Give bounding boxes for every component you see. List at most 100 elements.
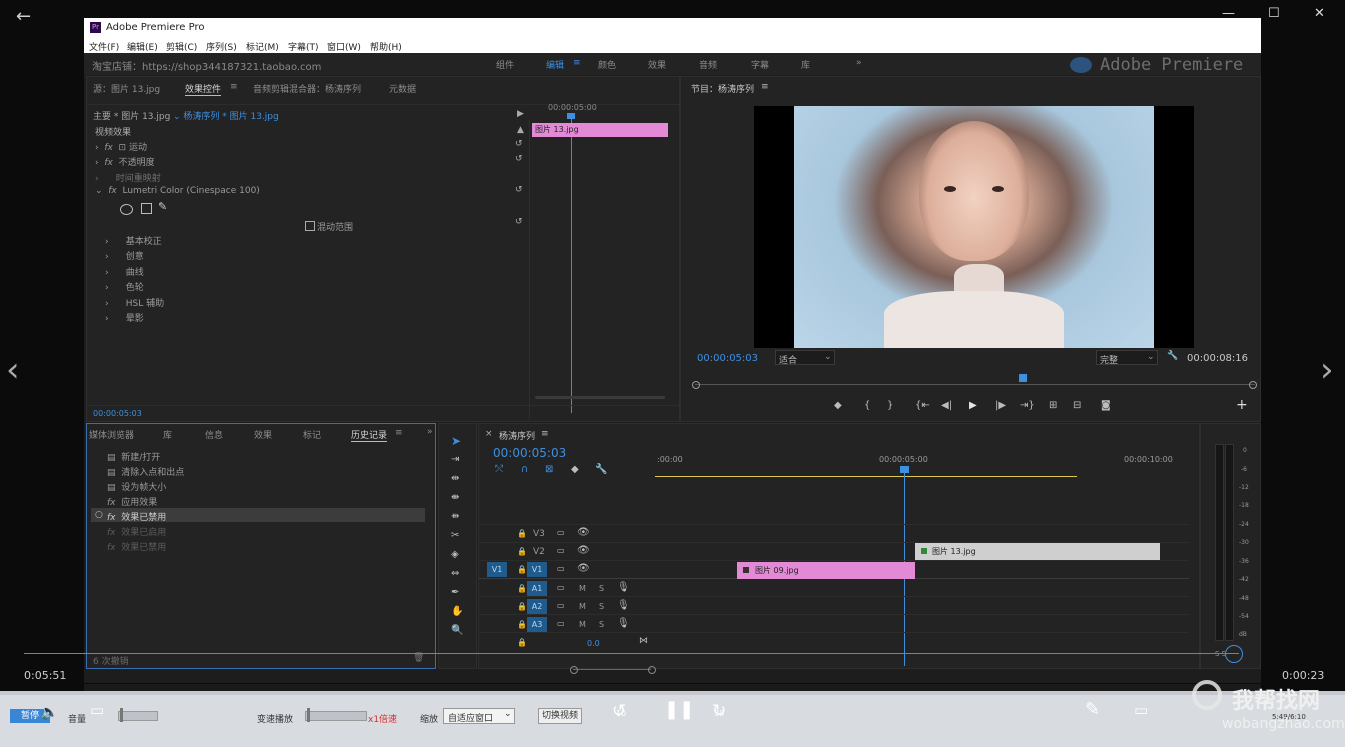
quality-dropdown[interactable]: 完整 ⌄ [1096, 350, 1158, 366]
scrub-start-handle[interactable] [692, 381, 700, 389]
mute-icon[interactable]: M [579, 602, 586, 611]
add-button-icon[interactable]: + [1236, 397, 1248, 413]
ec-playhead-handle[interactable] [567, 113, 575, 119]
workspace-more-icon[interactable]: » [856, 58, 862, 68]
lumetri-group-wheels[interactable]: › 色轮 [105, 280, 144, 293]
track-select-tool-icon[interactable]: ⇥ [451, 454, 459, 465]
workspace-titles[interactable]: 字幕 [751, 58, 769, 71]
fit-dropdown[interactable]: 适合 ⌄ [775, 350, 835, 366]
menu-edit[interactable]: 编辑(E) [127, 40, 158, 53]
timeline-menu-icon[interactable]: ≡ [541, 429, 549, 439]
camera-icon[interactable]: ◙ [1101, 400, 1111, 411]
tab-metadata[interactable]: 元数据 [389, 82, 416, 95]
workspace-libraries[interactable]: 库 [801, 58, 810, 71]
pen-mask-icon[interactable]: ✎ [158, 200, 167, 213]
h-zoom-left-handle[interactable] [570, 666, 578, 674]
lumetri-group-basic[interactable]: › 基本校正 [105, 234, 162, 247]
lumetri-group-hsl[interactable]: › HSL 辅助 [105, 296, 164, 309]
back-arrow-icon[interactable]: ← [16, 6, 31, 27]
step-forward-icon[interactable]: |▶ [995, 400, 1006, 411]
tab-effect-controls[interactable]: 效果控件 [185, 82, 222, 96]
pause-icon[interactable]: ❚❚ [664, 699, 694, 720]
history-item-selected[interactable]: ○ fx 效果已禁用 [91, 508, 425, 523]
ec-playhead[interactable] [571, 113, 572, 413]
work-area-bar[interactable] [655, 476, 1077, 477]
add-marker-icon[interactable]: ◆ [834, 400, 842, 411]
screen-icon[interactable]: ▭ [90, 701, 104, 719]
microphone-icon[interactable]: 🎙 [617, 582, 630, 593]
lock-icon[interactable]: 🔒 [517, 547, 527, 556]
menu-sequence[interactable]: 序列(S) [206, 40, 237, 53]
track-a1-target[interactable]: A1 [527, 581, 547, 596]
master-volume-value[interactable]: 0.0 [587, 639, 600, 648]
workspace-audio[interactable]: 音频 [699, 58, 717, 71]
program-playhead[interactable] [1019, 374, 1027, 382]
lock-icon[interactable]: 🔒 [517, 565, 527, 574]
lock-icon[interactable]: 🔒 [517, 602, 527, 611]
go-to-out-icon[interactable]: ⇥} [1020, 400, 1035, 411]
ellipse-mask-icon[interactable] [120, 204, 133, 215]
tab-menu-icon[interactable]: ≡ [230, 82, 238, 92]
pen-tool-icon[interactable]: ✒ [451, 587, 459, 598]
tab-effects[interactable]: 效果 [254, 428, 272, 441]
tab-media-browser[interactable]: 媒体浏览器 [89, 428, 134, 441]
slide-tool-icon[interactable]: ⇔ [451, 568, 459, 579]
history-item-new-open[interactable]: ▤ 新建/打开 [107, 450, 160, 463]
zoom-tool-icon[interactable]: 🔍 [451, 625, 463, 636]
history-item-effect-enabled[interactable]: fx 效果已启用 [107, 525, 166, 538]
workspace-editing[interactable]: 编辑 [546, 58, 564, 71]
eye-icon[interactable]: 👁 [577, 563, 590, 574]
player-progress-knob[interactable] [1225, 645, 1243, 663]
play-only-icon[interactable]: ▶ [517, 109, 524, 119]
trash-icon[interactable]: 🗑 [413, 653, 424, 663]
wrench-icon[interactable]: 🔧 [1167, 351, 1178, 361]
track-v1-target[interactable]: V1 [527, 562, 547, 577]
microphone-icon[interactable]: 🎙 [617, 600, 630, 611]
clip-v2[interactable]: 图片 13.jpg [915, 543, 1160, 560]
sync-lock-icon[interactable]: ▭ [557, 601, 565, 610]
mark-out-icon[interactable]: } [887, 400, 893, 411]
menu-clip[interactable]: 剪辑(C) [166, 40, 197, 53]
effect-row-lumetri[interactable]: ⌄ fx Lumetri Color (Cinespace 100) [95, 186, 260, 196]
workspace-effects[interactable]: 效果 [648, 58, 666, 71]
history-item-effect-disabled[interactable]: fx 效果已禁用 [107, 540, 166, 553]
previous-arrow-icon[interactable]: ‹ [6, 350, 20, 390]
workspace-menu-icon[interactable]: ≡ [573, 58, 581, 68]
razor-tool-icon[interactable]: ✂ [451, 530, 459, 541]
play-icon[interactable]: ▶ [969, 400, 977, 411]
menu-marker[interactable]: 标记(M) [246, 40, 279, 53]
program-menu-icon[interactable]: ≡ [761, 82, 769, 92]
extract-icon[interactable]: ⊟ [1073, 400, 1081, 411]
workspace-assembly[interactable]: 组件 [496, 58, 514, 71]
sync-lock-icon[interactable]: ▭ [557, 546, 565, 555]
rolling-edit-tool-icon[interactable]: ⇼ [451, 492, 459, 503]
collapse-icon[interactable]: ▲ [517, 125, 524, 135]
nest-toggle-icon[interactable]: ⤲ [495, 464, 503, 475]
lock-icon[interactable]: 🔒 [517, 638, 527, 647]
next-arrow-icon[interactable]: › [1320, 350, 1334, 390]
selection-tool-icon[interactable]: ➤ [451, 434, 461, 448]
lock-icon[interactable]: 🔒 [517, 529, 527, 538]
menu-window[interactable]: 窗口(W) [327, 40, 361, 53]
track-a2-target[interactable]: A2 [527, 599, 547, 614]
h-zoom-scrollbar[interactable] [573, 669, 651, 670]
volume-slider[interactable] [118, 711, 158, 721]
history-menu-icon[interactable]: ≡ [395, 428, 403, 438]
tab-source[interactable]: 源：图片 13.jpg [93, 82, 160, 95]
history-item-frame-size[interactable]: ▤ 设为帧大小 [107, 480, 166, 493]
reset-motion-icon[interactable]: ↺ [515, 139, 523, 149]
master-expand-icon[interactable]: ⋈ [639, 636, 648, 646]
history-item-clear-in-out[interactable]: ▤ 清除入点和出点 [107, 465, 184, 478]
microphone-icon[interactable]: 🎙 [617, 618, 630, 629]
reset-opacity-icon[interactable]: ↺ [515, 154, 523, 164]
solo-icon[interactable]: S [599, 602, 604, 611]
maximize-icon[interactable]: ☐ [1268, 6, 1280, 21]
solo-icon[interactable]: S [599, 620, 604, 629]
rectangle-mask-icon[interactable] [141, 203, 152, 214]
zoom-dropdown[interactable]: 自适应窗口 ⌄ [443, 708, 515, 724]
clip-v1[interactable]: 图片 09.jpg [737, 562, 915, 579]
tab-audio-mixer[interactable]: 音频剪辑混合器：杨涛序列 [253, 82, 361, 95]
ec-zoom-scrollbar[interactable] [535, 396, 665, 399]
tab-libraries[interactable]: 库 [163, 428, 172, 441]
tab-markers[interactable]: 标记 [303, 428, 321, 441]
